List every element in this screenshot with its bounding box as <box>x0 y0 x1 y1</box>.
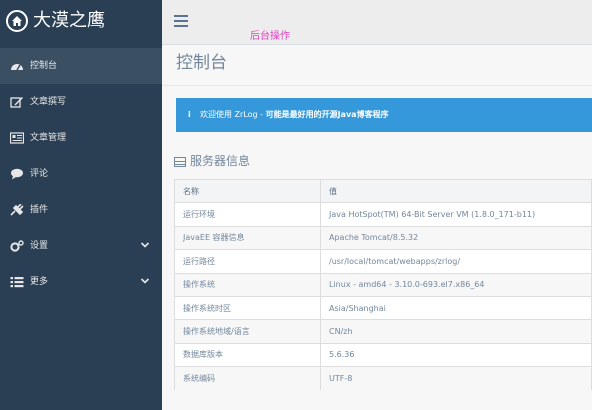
brand[interactable]: 大漠之鹰 <box>0 0 162 44</box>
table-row: JavaEE 容器信息 Apache Tomcat/8.5.32 <box>174 225 592 250</box>
sidebar-nav: 控制台 文章撰写 文章管理 评论 插件 设置 更多 <box>0 48 166 300</box>
row-name: 数据库版本 <box>174 342 321 367</box>
sidebar-item-label: 控制台 <box>30 61 58 71</box>
table-icon <box>174 156 186 167</box>
chevron-down-icon <box>140 278 150 284</box>
server-info-table: 名称 值 运行环境 Java HotSpot(TM) 64-Bit Server… <box>174 178 592 390</box>
sidebar-item-label: 文章管理 <box>30 133 67 143</box>
server-info-title-text: 服务器信息 <box>190 154 251 168</box>
brand-title: 大漠之鹰 <box>33 10 105 31</box>
column-header-name: 名称 <box>174 178 321 203</box>
sidebar: 大漠之鹰 控制台 文章撰写 文章管理 评论 插件 设置 更多 <box>0 0 166 410</box>
row-name: 运行环境 <box>174 202 321 227</box>
row-name: 运行路径 <box>174 249 321 274</box>
sidebar-item-manage-articles[interactable]: 文章管理 <box>0 120 162 156</box>
row-value: UTF-8 <box>320 366 592 390</box>
row-value: Asia/Shanghai <box>320 295 592 320</box>
article-list-icon <box>10 132 24 144</box>
row-value: Apache Tomcat/8.5.32 <box>320 225 592 250</box>
main-content: 控制台 i 欢迎使用 ZrLog - 可能是最好用的开源Java博客程序 服务器… <box>162 45 592 410</box>
alert-text: 欢迎使用 ZrLog - 可能是最好用的开源Java博客程序 <box>200 98 389 132</box>
sidebar-item-comments[interactable]: 评论 <box>0 156 162 192</box>
table-row: 数据库版本 5.6.36 <box>174 342 592 367</box>
table-row: 系统编码 UTF-8 <box>174 366 592 390</box>
row-value: Linux - amd64 - 3.10.0-693.el7.x86_64 <box>320 272 592 297</box>
welcome-alert: i 欢迎使用 ZrLog - 可能是最好用的开源Java博客程序 <box>176 98 592 132</box>
row-value: Java HotSpot(TM) 64-Bit Server VM (1.8.0… <box>320 202 592 227</box>
admin-operations-label: 后台操作 <box>250 31 290 42</box>
row-name: 操作系统 <box>174 272 321 297</box>
dashboard-icon <box>11 64 23 71</box>
table-row: 运行环境 Java HotSpot(TM) 64-Bit Server VM (… <box>174 202 592 227</box>
comment-icon <box>11 168 23 180</box>
title-divider <box>162 85 592 86</box>
sidebar-item-label: 设置 <box>30 241 49 251</box>
chevron-down-icon <box>140 242 150 248</box>
column-header-value: 值 <box>320 178 592 203</box>
sidebar-item-label: 评论 <box>30 169 49 179</box>
sidebar-item-plugins[interactable]: 插件 <box>0 192 162 228</box>
cogs-icon <box>10 240 24 252</box>
list-icon <box>10 277 24 288</box>
edit-icon <box>10 97 23 108</box>
row-name: 系统编码 <box>174 366 321 390</box>
row-value: /usr/local/tomcat/webapps/zrlog/ <box>320 249 592 274</box>
plugin-icon <box>10 204 24 216</box>
server-info-title: 服务器信息 <box>174 152 250 170</box>
info-icon: i <box>188 110 191 119</box>
table-row: 操作系统 Linux - amd64 - 3.10.0-693.el7.x86_… <box>174 272 592 297</box>
top-nav: 后台操作 <box>162 0 592 45</box>
alert-prefix: 欢迎使用 ZrLog - <box>200 110 266 119</box>
row-name: 操作系统地域/语言 <box>174 319 321 344</box>
sidebar-item-label: 更多 <box>30 277 49 287</box>
table-row: 操作系统时区 Asia/Shanghai <box>174 295 592 320</box>
sidebar-item-label: 文章撰写 <box>30 97 67 107</box>
alert-emphasis: 可能是最好用的开源Java博客程序 <box>265 110 389 119</box>
sidebar-item-settings[interactable]: 设置 <box>0 228 162 264</box>
row-name: 操作系统时区 <box>174 295 321 320</box>
row-value: 5.6.36 <box>320 342 592 367</box>
sidebar-item-write-article[interactable]: 文章撰写 <box>0 84 162 120</box>
sidebar-item-dashboard[interactable]: 控制台 <box>0 48 166 84</box>
table-header-row: 名称 值 <box>174 178 592 203</box>
sidebar-item-more[interactable]: 更多 <box>0 264 162 300</box>
page-title: 控制台 <box>176 53 227 73</box>
home-icon <box>6 10 28 32</box>
row-name: JavaEE 容器信息 <box>174 225 321 250</box>
table-row: 运行路径 /usr/local/tomcat/webapps/zrlog/ <box>174 249 592 274</box>
row-value: CN/zh <box>320 319 592 344</box>
table-row: 操作系统地域/语言 CN/zh <box>174 319 592 344</box>
sidebar-item-label: 插件 <box>30 205 49 215</box>
hamburger-icon[interactable] <box>174 15 188 27</box>
